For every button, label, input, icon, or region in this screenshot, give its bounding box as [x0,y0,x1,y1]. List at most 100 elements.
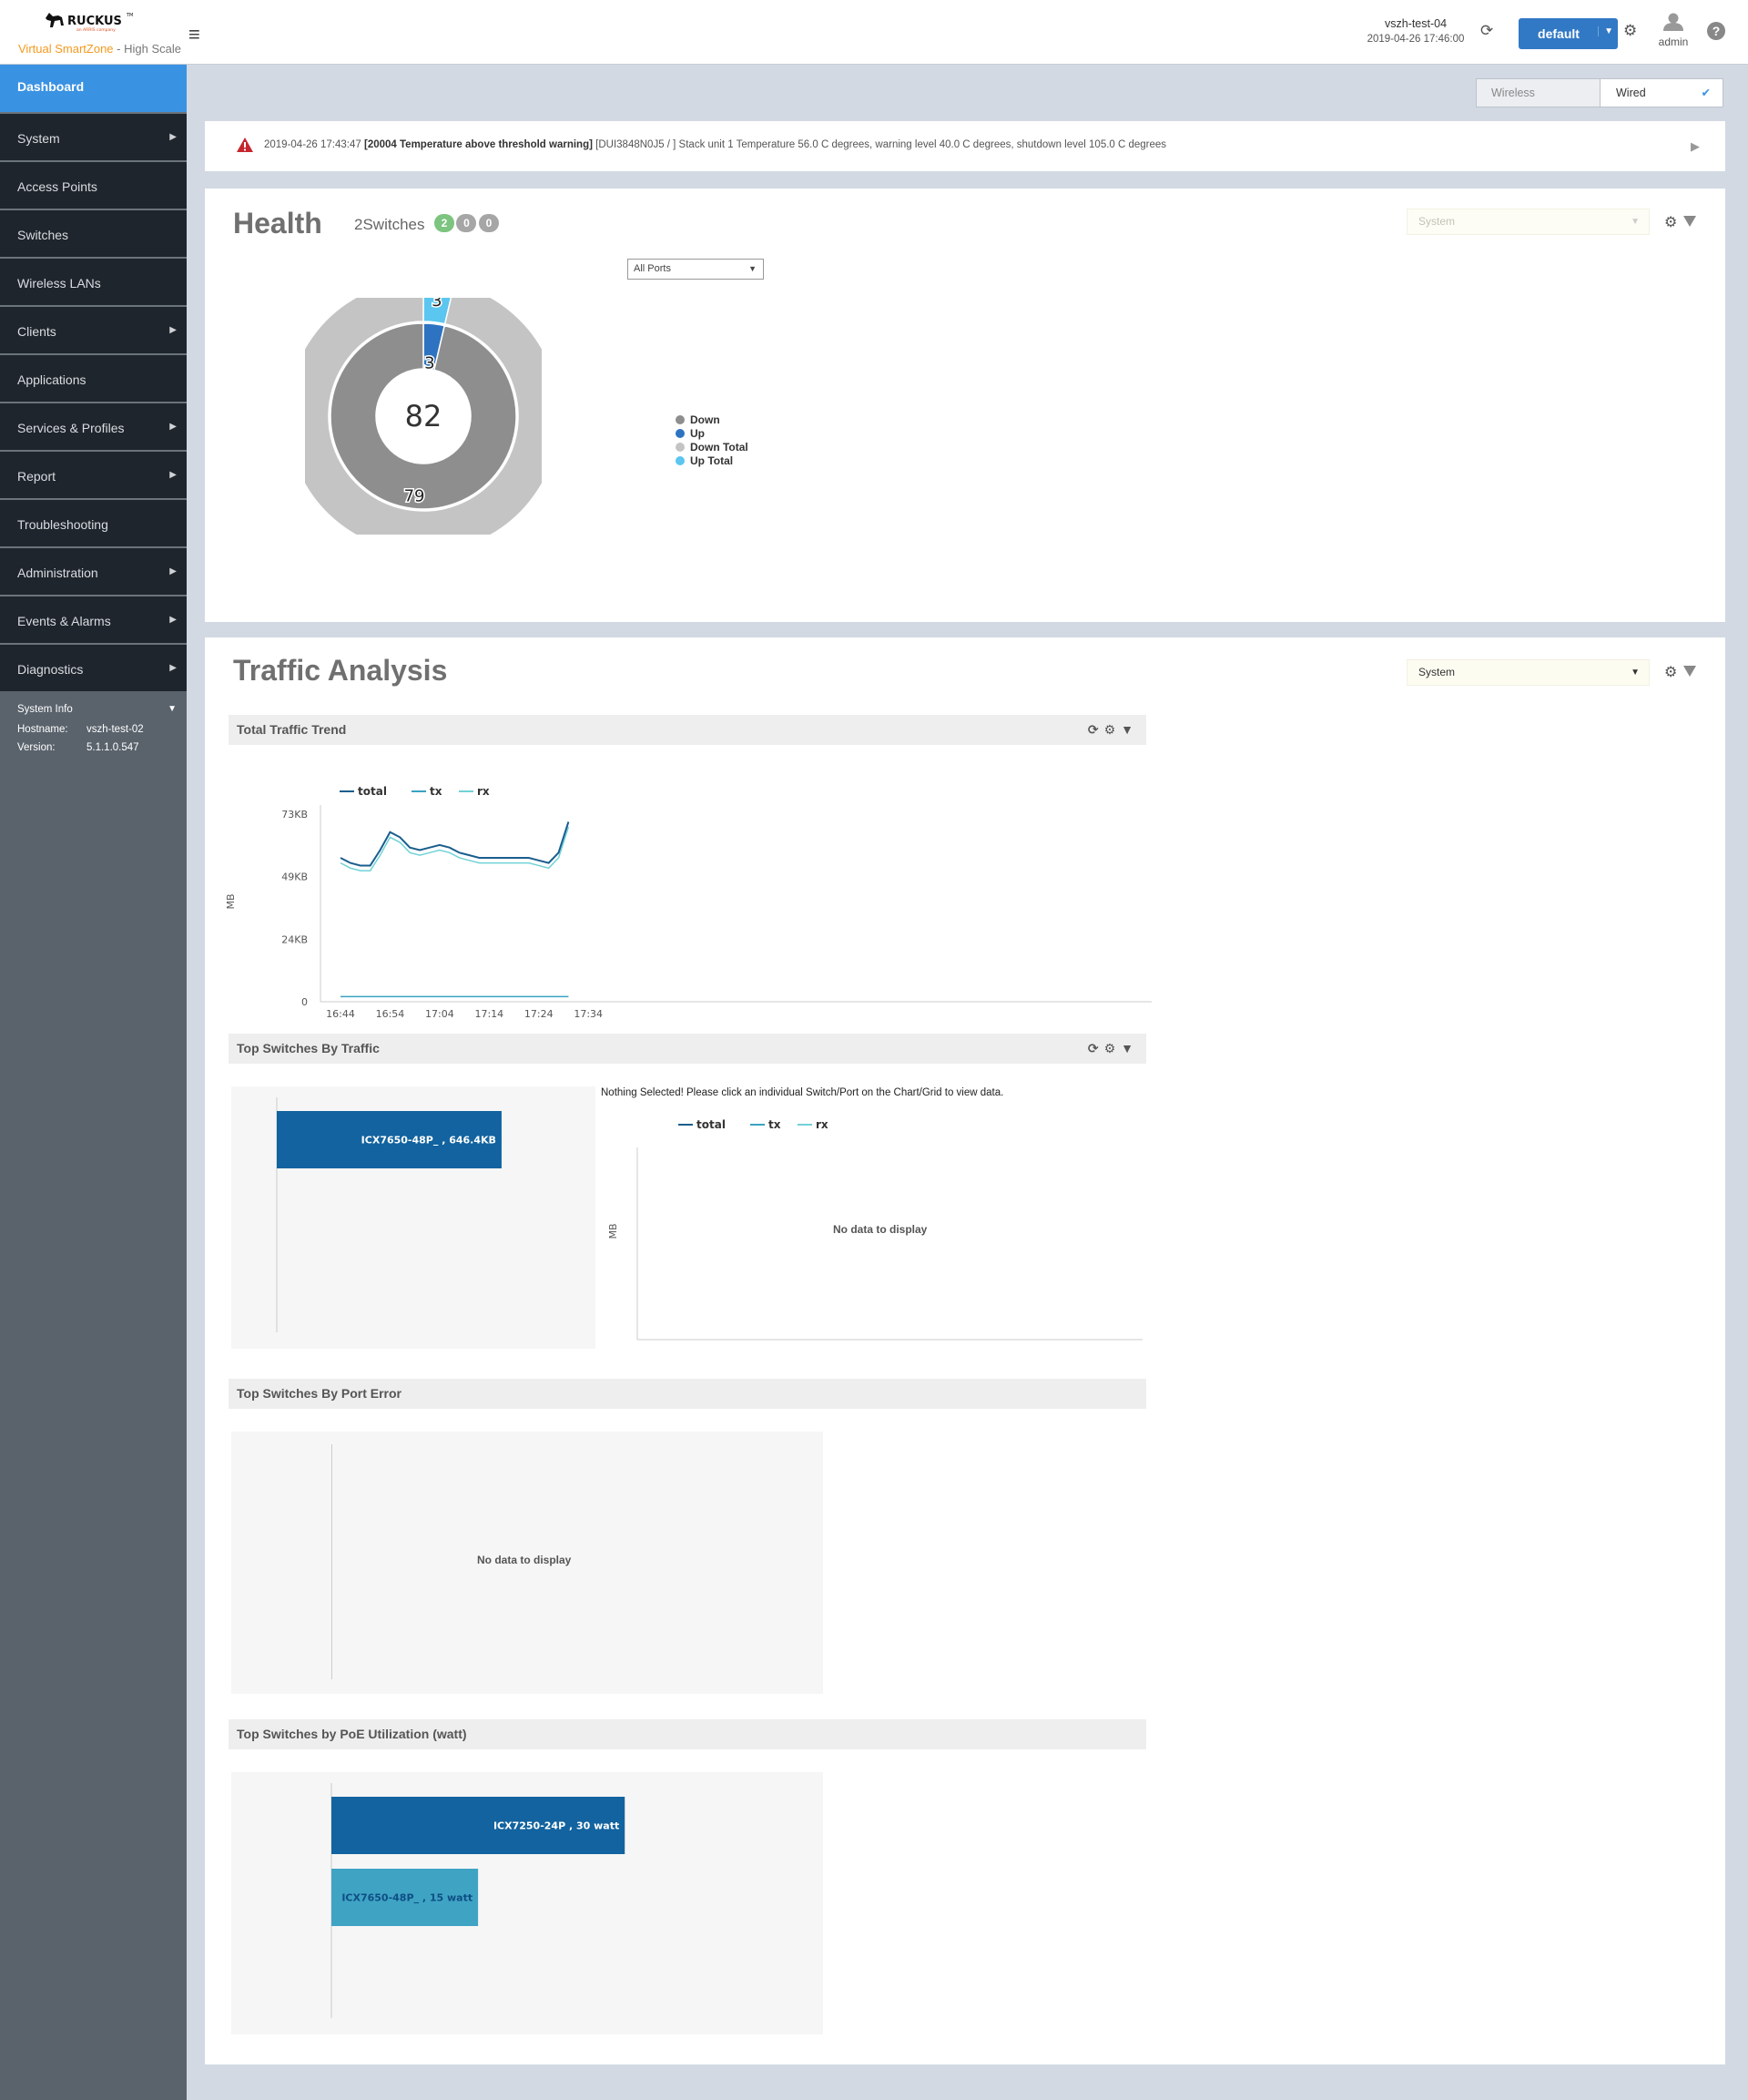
alarm-message[interactable]: 2019-04-26 17:43:47 [20004 Temperature a… [264,139,1166,150]
svg-text:TM: TM [126,13,133,18]
x-tick-label: 17:14 [474,1008,503,1020]
chevron-down-icon: ▼ [1598,26,1613,36]
sidebar-item-troubleshooting[interactable]: Troubleshooting [0,498,187,546]
refresh-icon[interactable]: ⟳ [1088,1041,1099,1055]
sidebar-item-diagnostics[interactable]: Diagnostics ▶ [0,643,187,691]
y-tick-label: 49KB [281,872,308,883]
legend-label-tx: tx [430,785,442,798]
legend-swatch [676,415,685,424]
legend-label: Down [690,413,720,426]
donut-value-label: 79 [399,534,420,535]
badge-offline[interactable]: 0 [478,214,499,232]
legend-label: Up Total [690,454,734,467]
poe-header: Top Switches by PoE Utilization (watt) [229,1719,1146,1749]
chevron-down-icon: ▼ [1631,668,1640,678]
version-value: 5.1.1.0.547 [86,742,139,753]
bar-data-label: ICX7250-24P , 30 watt [493,1820,619,1832]
top-traffic-bar-chart[interactable]: ICX7650-48P_ , 646.4KB [231,1086,595,1349]
ruckus-logo: RUCKUS TM an ARRIS company [46,13,133,33]
sidebar-item-services-profiles[interactable]: Services & Profiles ▶ [0,402,187,450]
poe-bar-chart[interactable]: ICX7250-24P , 30 watt ICX7650-48P_ , 15 w… [231,1772,823,2034]
top-traffic-header: Top Switches By Traffic ⟳ ⚙ ▼ [229,1034,1146,1064]
gear-icon[interactable]: ⚙ [1104,722,1116,737]
filter-icon[interactable] [1683,216,1696,227]
traffic-title: Traffic Analysis [233,654,448,687]
gear-icon[interactable]: ⚙ [1664,663,1677,681]
nav-list: Dashboard System ▶ Access Points Switches Wir… [0,65,187,691]
system-info: System Info ▼ Hostname: vszh-test-02 Versi… [0,698,187,757]
play-icon[interactable]: ▶ [1691,139,1700,154]
sidebar-item-label: System [17,131,60,146]
poe-chart-area: ICX7250-24P , 30 watt ICX7650-48P_ , 15 w… [231,1772,823,2034]
user-icon [1663,13,1683,31]
chevron-down-icon: ▼ [748,264,757,273]
chevron-right-icon: ▶ [169,566,177,576]
gear-icon[interactable]: ⚙ [1664,213,1677,231]
port-error-no-data: No data to display [477,1554,572,1566]
filter-icon[interactable] [1683,666,1696,677]
switch-count-label: Switches [362,216,425,233]
health-legend: Down Up Down Total Up Total [676,413,748,468]
toggle-wired[interactable]: Wired ✔ [1601,79,1723,107]
alarm-time: 2019-04-26 17:43:47 [264,139,361,150]
filter-icon[interactable]: ▼ [1121,722,1133,737]
legend-swatch [676,456,685,465]
legend-item[interactable]: Up Total [676,454,748,468]
chevron-right-icon: ▶ [169,325,177,335]
legend-swatch [676,443,685,452]
bar-data-label: ICX7650-48P_ , 15 watt [341,1892,473,1904]
gear-icon[interactable]: ⚙ [1104,1041,1116,1055]
ports-filter-select[interactable]: All Ports ▼ [627,259,764,280]
chevron-down-icon: ▼ [168,704,177,714]
legend-label-rx: rx [816,1118,828,1131]
refresh-icon[interactable]: ⟳ [1088,722,1099,737]
alarm-ticker: 2019-04-26 17:43:47 [20004 Temperature a… [205,121,1725,171]
sidebar-item-system[interactable]: System ▶ [0,112,187,160]
gear-icon[interactable]: ⚙ [1623,22,1637,40]
legend-item[interactable]: Down [676,413,748,427]
badge-online[interactable]: 2 [434,214,454,232]
system-info-title: System Info [17,704,73,715]
refresh-icon[interactable]: ⟳ [1480,22,1493,40]
sidebar-item-access-points[interactable]: Access Points [0,160,187,209]
top-traffic-chart-area: ICX7650-48P_ , 646.4KB [231,1086,595,1349]
health-donut-chart[interactable]: 3 79 3 79 82 [305,298,542,535]
sidebar-item-clients[interactable]: Clients ▶ [0,305,187,353]
system-info-toggle[interactable]: System Info ▼ [17,698,187,720]
product-name: Virtual SmartZone - High Scale [18,42,181,56]
x-tick-label: 16:44 [326,1008,355,1020]
user-menu[interactable]: admin [1655,13,1692,48]
toggle-wireless[interactable]: Wireless [1477,79,1601,107]
sidebar-item-wireless-lans[interactable]: Wireless LANs [0,257,187,305]
sidebar-item-administration[interactable]: Administration ▶ [0,546,187,595]
help-icon[interactable]: ? [1707,22,1725,40]
sidebar-item-label: Services & Profiles [17,421,125,435]
legend-label-total: total [696,1118,726,1131]
sidebar-item-label: Clients [17,324,56,339]
donut-value-label: 3 [424,353,434,372]
sidebar-item-label: Events & Alarms [17,614,111,628]
menu-toggle-icon[interactable]: ≡ [188,23,200,46]
top-traffic-title: Top Switches By Traffic [237,1041,380,1055]
zone-dropdown-button[interactable]: default ▼ [1519,18,1618,49]
switch-count: 2Switches [354,216,425,234]
filter-icon[interactable]: ▼ [1121,1041,1133,1055]
alarm-detail: [DUI3848N0J5 / ] Stack unit 1 Temperatur… [595,139,1167,150]
health-scope-select[interactable]: System ▼ [1407,209,1650,235]
legend-item[interactable]: Down Total [676,441,748,454]
chevron-right-icon: ▶ [169,663,177,673]
sidebar-item-events-alarms[interactable]: Events & Alarms ▶ [0,595,187,643]
x-tick-label: 16:54 [376,1008,405,1020]
sidebar-item-applications[interactable]: Applications [0,353,187,402]
traffic-trend-chart[interactable]: 0 24KB 49KB 73KB 16:44 16:54 17:04 17:14 17:24 17… [223,776,1161,1022]
sidebar-item-dashboard[interactable]: Dashboard [0,65,187,112]
traffic-scope-select[interactable]: System ▼ [1407,659,1650,686]
sidebar-item-report[interactable]: Report ▶ [0,450,187,498]
x-tick-label: 17:24 [524,1008,554,1020]
sidebar-item-label: Applications [17,372,86,387]
nothing-selected-note: Nothing Selected! Please click an indivi… [601,1087,1004,1098]
badge-flagged[interactable]: 0 [456,214,477,232]
sidebar-item-switches[interactable]: Switches [0,209,187,257]
legend-swatch [676,429,685,438]
legend-item[interactable]: Up [676,427,748,441]
